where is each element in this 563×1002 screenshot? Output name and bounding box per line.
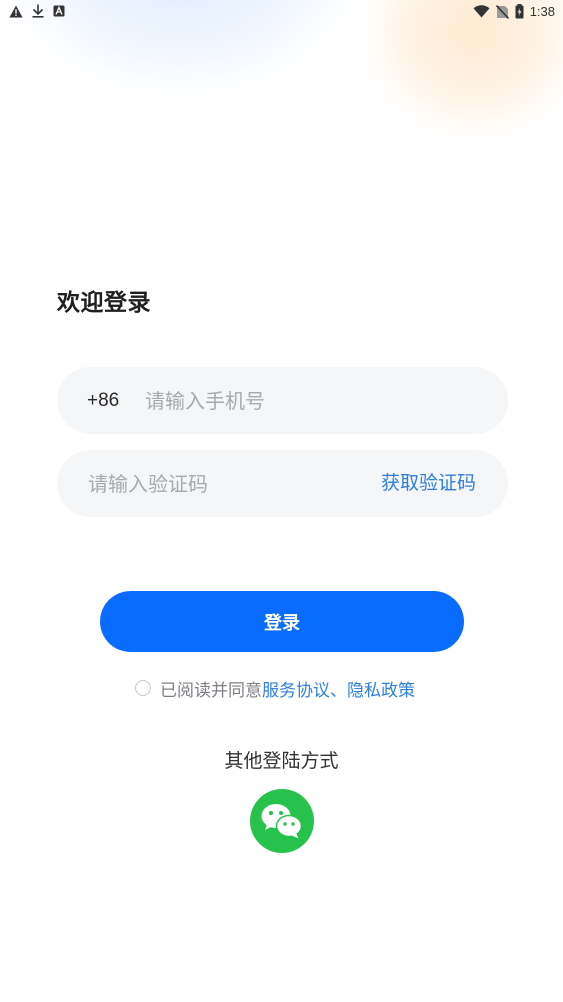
login-button[interactable]: 登录 xyxy=(100,591,464,652)
no-sim-icon xyxy=(495,4,509,19)
battery-icon xyxy=(515,4,524,19)
status-bar: 1:38 xyxy=(0,0,563,24)
agreement-prefix: 已阅读并同意 xyxy=(160,680,262,701)
download-icon xyxy=(32,4,44,18)
wechat-icon xyxy=(260,802,304,840)
service-agreement-link[interactable]: 服务协议 xyxy=(262,676,330,701)
status-time: 1:38 xyxy=(529,4,555,19)
other-login-title: 其他登陆方式 xyxy=(224,750,339,772)
phone-field: +86 xyxy=(57,367,508,434)
verification-code-input[interactable] xyxy=(88,450,358,517)
agreement-checkbox[interactable] xyxy=(135,680,151,696)
wechat-login-button[interactable] xyxy=(250,789,314,853)
phone-input[interactable] xyxy=(145,367,475,434)
verification-code-field: 获取验证码 xyxy=(57,450,508,517)
page-title: 欢迎登录 xyxy=(57,290,151,316)
get-code-button[interactable]: 获取验证码 xyxy=(381,450,476,517)
wifi-icon xyxy=(473,5,490,18)
privacy-policy-link[interactable]: 隐私政策 xyxy=(347,676,415,701)
warning-icon xyxy=(9,5,23,18)
agreement-separator: 、 xyxy=(330,680,347,701)
status-bar-left xyxy=(9,4,65,18)
a-box-icon xyxy=(53,5,65,17)
country-code[interactable]: +86 xyxy=(87,367,119,434)
agreement-row: 已阅读并同意 服务协议 、 隐私政策 xyxy=(135,675,415,701)
status-bar-right: 1:38 xyxy=(473,4,555,19)
